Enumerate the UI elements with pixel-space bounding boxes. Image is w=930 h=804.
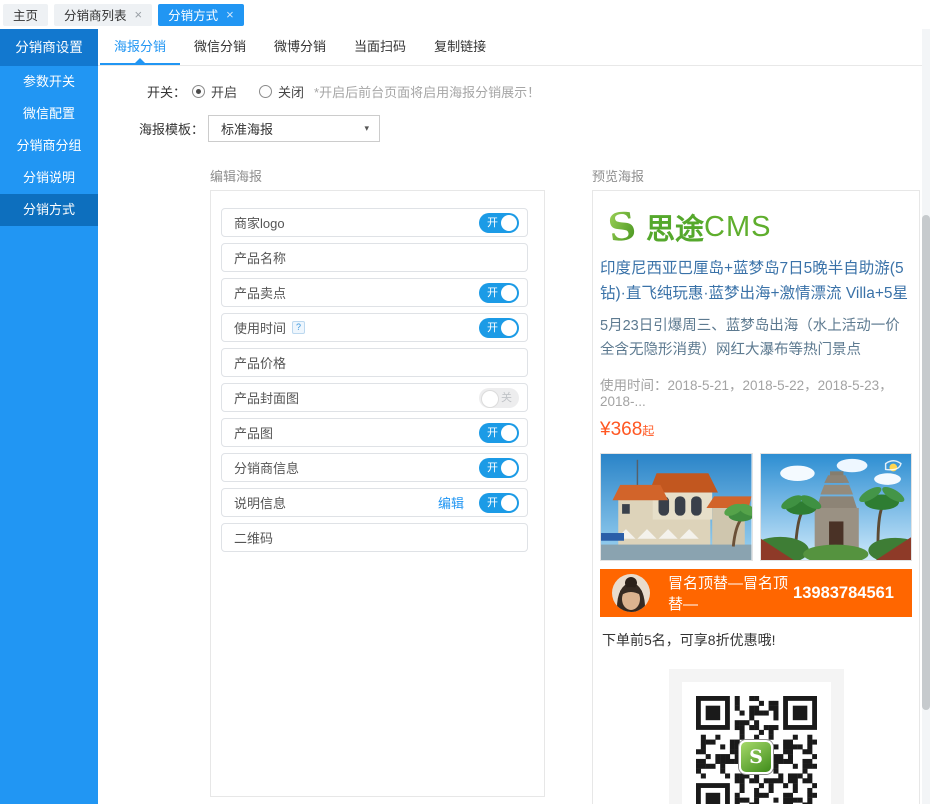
toggle-use-time[interactable]: 开 xyxy=(479,318,519,338)
qr-section: S xyxy=(669,669,844,804)
qr-card: S xyxy=(682,682,831,804)
sidebar-item-wechat-config[interactable]: 微信配置 xyxy=(0,98,98,130)
editor-row-product-image: 产品图 开 xyxy=(221,418,528,447)
distributor-contact-bar: 冒名顶替—冒名顶替— 13983784561 xyxy=(600,569,912,617)
window-tab-distributor-list[interactable]: 分销商列表 × xyxy=(54,4,152,26)
tab-poster-distribution[interactable]: 海报分销 xyxy=(100,29,180,65)
sidebar-item-param-switch[interactable]: 参数开关 xyxy=(0,66,98,98)
tab-wechat-distribution[interactable]: 微信分销 xyxy=(180,29,260,65)
editor-row-product-price: 产品价格 xyxy=(221,348,528,377)
sidebar-item-distribution-mode[interactable]: 分销方式 xyxy=(0,194,98,226)
svg-text:S: S xyxy=(605,207,638,247)
editor-row-distributor-info: 分销商信息 开 xyxy=(221,453,528,482)
toggle-description-info[interactable]: 开 xyxy=(479,493,519,513)
editor-panel-title: 编辑海报 xyxy=(210,166,262,185)
help-icon[interactable]: ? xyxy=(292,321,305,334)
product-photos xyxy=(600,453,912,561)
close-icon[interactable]: × xyxy=(226,8,234,21)
window-tab-label: 分销方式 xyxy=(168,5,218,24)
toggle-selling-point[interactable]: 开 xyxy=(479,283,519,303)
switch-label: 开关： xyxy=(98,82,186,101)
editor-row-product-name: 产品名称 xyxy=(221,243,528,272)
toggle-distributor-info[interactable]: 开 xyxy=(479,458,519,478)
brand-logo: S 思途 CMS xyxy=(602,205,912,249)
window-tab-distribution-mode[interactable]: 分销方式 × xyxy=(158,4,244,26)
distributor-name: 冒名顶替—冒名顶替— xyxy=(668,572,793,614)
product-use-time: 使用时间：2018-5-21，2018-5-22，2018-5-23，2018-… xyxy=(600,374,912,409)
template-label: 海报模板： xyxy=(98,119,204,138)
page-scrollbar xyxy=(922,29,930,804)
switch-note: *开启后前台页面将启用海报分销展示！ xyxy=(314,82,540,101)
select-value: 标准海报 xyxy=(221,119,273,138)
brand-name: 思途 xyxy=(646,206,704,248)
product-title: 印度尼西亚巴厘岛+蓝梦岛7日5晚半自助游(5钻)·直飞纯玩惠·蓝梦出海+激情漂流… xyxy=(600,256,912,306)
close-icon[interactable]: × xyxy=(135,8,143,21)
editor-row-description-info: 说明信息 编辑 开 xyxy=(221,488,528,517)
product-price: ¥368起 xyxy=(600,419,912,441)
window-tab-label: 主页 xyxy=(13,5,38,24)
sidebar-item-distributor-group[interactable]: 分销商分组 xyxy=(0,130,98,162)
toggle-product-image[interactable]: 开 xyxy=(479,423,519,443)
tab-weibo-distribution[interactable]: 微博分销 xyxy=(260,29,340,65)
window-tab-home[interactable]: 主页 xyxy=(3,4,48,26)
editor-row-merchant-logo: 商家logo 开 xyxy=(221,208,528,237)
preview-panel-title: 预览海报 xyxy=(592,166,644,185)
poster-photo-left xyxy=(600,453,753,561)
radio-on-icon[interactable] xyxy=(192,85,205,98)
brand-suffix: CMS xyxy=(704,211,771,244)
editor-row-cover-image: 产品封面图 关 xyxy=(221,383,528,412)
switch-row: 开关： 开启 关闭 *开启后前台页面将启用海报分销展示！ xyxy=(98,81,540,101)
channel-tab-bar: 海报分销 微信分销 微博分销 当面扫码 复制链接 xyxy=(98,29,930,66)
editor-row-selling-point: 产品卖点 开 xyxy=(221,278,528,307)
tab-face-to-face-scan[interactable]: 当面扫码 xyxy=(340,29,420,65)
radio-off-label: 关闭 xyxy=(278,82,304,101)
sidebar: 分销商设置 参数开关 微信配置 分销商分组 分销说明 分销方式 xyxy=(0,29,98,804)
distributor-phone: 13983784561 xyxy=(793,584,894,603)
toggle-cover-image[interactable]: 关 xyxy=(479,388,519,408)
qr-center-logo: S xyxy=(739,740,773,774)
radio-off-icon[interactable] xyxy=(259,85,272,98)
brand-s-icon: S xyxy=(602,207,642,247)
toggle-merchant-logo[interactable]: 开 xyxy=(479,213,519,233)
main-content: 海报分销 微信分销 微博分销 当面扫码 复制链接 开关： 开启 关闭 *开启后前… xyxy=(98,29,930,804)
promo-note: 下单前5名，可享8折优惠哦! xyxy=(600,630,912,650)
sidebar-header: 分销商设置 xyxy=(0,29,98,66)
radio-on[interactable]: 开启 xyxy=(192,82,237,101)
window-tab-bar: 主页 分销商列表 × 分销方式 × xyxy=(0,0,930,29)
poster-preview-panel: S 思途 CMS 印度尼西亚巴厘岛+蓝梦岛7日5晚半自助游(5钻)·直飞纯玩惠·… xyxy=(592,190,920,804)
template-row: 海报模板： 标准海报 ▾ xyxy=(98,115,380,142)
radio-on-label: 开启 xyxy=(211,82,237,101)
poster-editor-panel: 商家logo 开 产品名称 产品卖点 开 使用时间 ? 开 产品价格 产品封面图… xyxy=(210,190,545,797)
qr-code: S xyxy=(696,696,817,804)
radio-off[interactable]: 关闭 xyxy=(259,82,304,101)
chevron-down-icon: ▾ xyxy=(364,123,369,134)
editor-row-qrcode: 二维码 xyxy=(221,523,528,552)
poster-template-select[interactable]: 标准海报 ▾ xyxy=(208,115,380,142)
product-selling-point: 5月23日引爆周三、蓝梦岛出海（水上活动一价全含无隐形消费）网红大瀑布等热门景点 xyxy=(600,314,912,362)
editor-row-use-time: 使用时间 ? 开 xyxy=(221,313,528,342)
edit-link[interactable]: 编辑 xyxy=(438,493,464,512)
sidebar-item-distribution-notes[interactable]: 分销说明 xyxy=(0,162,98,194)
scrollbar-thumb[interactable] xyxy=(922,215,930,710)
tab-copy-link[interactable]: 复制链接 xyxy=(420,29,500,65)
poster-photo-right xyxy=(760,453,913,561)
window-tab-label: 分销商列表 xyxy=(64,5,127,24)
avatar xyxy=(612,574,650,612)
